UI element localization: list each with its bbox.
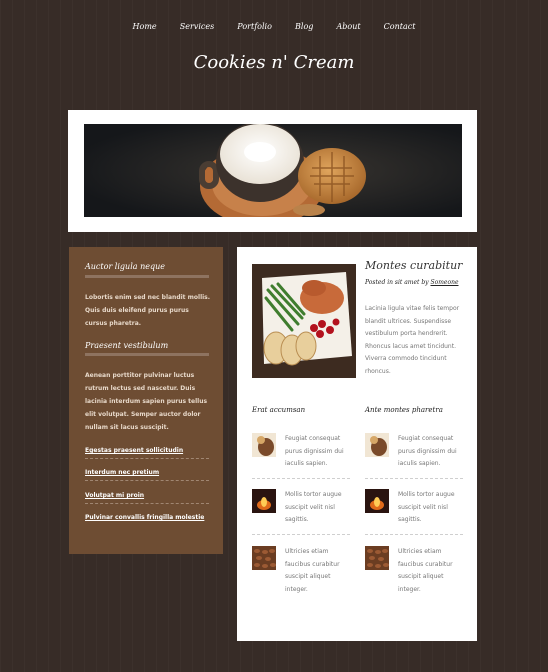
cookie-thumbnail bbox=[365, 433, 389, 457]
sidebar-heading-2: Praesent vestibulum bbox=[85, 341, 169, 350]
nav-services[interactable]: Services bbox=[180, 22, 214, 31]
post-image bbox=[252, 264, 356, 378]
list-item-text: Feugiat consequat purus dignissim dui ia… bbox=[285, 435, 344, 467]
post-meta-prefix: Posted in sit amet by bbox=[365, 279, 429, 286]
divider bbox=[365, 478, 463, 479]
list-item-text: Ultricies etiam faucibus curabitur susci… bbox=[398, 548, 453, 593]
coffee-beans-thumbnail bbox=[252, 546, 276, 570]
post-body: Lacinia ligula vitae felis tempor blandi… bbox=[365, 305, 460, 375]
top-nav: Home Services Portfolio Blog About Conta… bbox=[0, 14, 548, 33]
hero-banner bbox=[68, 110, 477, 232]
post-author-link[interactable]: Someone bbox=[431, 279, 459, 286]
divider bbox=[252, 478, 350, 479]
nav-blog[interactable]: Blog bbox=[295, 22, 313, 31]
list-item-text: Feugiat consequat purus dignissim dui ia… bbox=[398, 435, 457, 467]
post-meta: Posted in sit amet by Someone bbox=[365, 279, 475, 286]
main-content: Montes curabitur Posted in sit amet by S… bbox=[237, 247, 477, 641]
nav-contact[interactable]: Contact bbox=[384, 22, 416, 31]
sidebar-divider bbox=[85, 353, 209, 356]
sidebar-link[interactable]: Pulvinar convallis fringilla molestie bbox=[85, 514, 209, 525]
post-title: Montes curabitur bbox=[365, 259, 463, 272]
coffee-beans-thumbnail bbox=[365, 546, 389, 570]
sidebar-heading-1: Auctor ligula neque bbox=[85, 262, 165, 271]
sidebar-link[interactable]: Interdum nec pretium bbox=[85, 469, 209, 481]
divider bbox=[365, 534, 463, 535]
column-heading-2: Ante montes pharetra bbox=[365, 406, 443, 414]
cookie-thumbnail bbox=[252, 433, 276, 457]
sidebar-link[interactable]: Volutpat mi proin bbox=[85, 492, 209, 504]
coffee-cookie-illustration bbox=[84, 124, 462, 217]
hero-image bbox=[84, 124, 462, 217]
food-plate-illustration bbox=[252, 264, 356, 378]
column-heading-1: Erat accumsan bbox=[252, 406, 306, 414]
list-item-text: Mollis tortor augue suscipit velit nisl … bbox=[285, 491, 342, 523]
sidebar-text-1: Lobortis enim sed nec blandit mollis. Qu… bbox=[85, 294, 211, 327]
list-item-text: Ultricies etiam faucibus curabitur susci… bbox=[285, 548, 340, 593]
nav-portfolio[interactable]: Portfolio bbox=[237, 22, 272, 31]
fire-thumbnail bbox=[252, 489, 276, 513]
sidebar-divider bbox=[85, 275, 209, 278]
nav-about[interactable]: About bbox=[336, 22, 360, 31]
list-item-text: Mollis tortor augue suscipit velit nisl … bbox=[398, 491, 455, 523]
fire-thumbnail bbox=[365, 489, 389, 513]
sidebar-text-2: Aenean porttitor pulvinar luctus rutrum … bbox=[85, 372, 208, 431]
nav-home[interactable]: Home bbox=[133, 22, 157, 31]
sidebar: Auctor ligula neque Lobortis enim sed ne… bbox=[69, 247, 223, 554]
sidebar-link[interactable]: Egestas praesent sollicitudin bbox=[85, 447, 209, 459]
divider bbox=[252, 534, 350, 535]
site-title[interactable]: Cookies n' Cream bbox=[0, 52, 548, 73]
